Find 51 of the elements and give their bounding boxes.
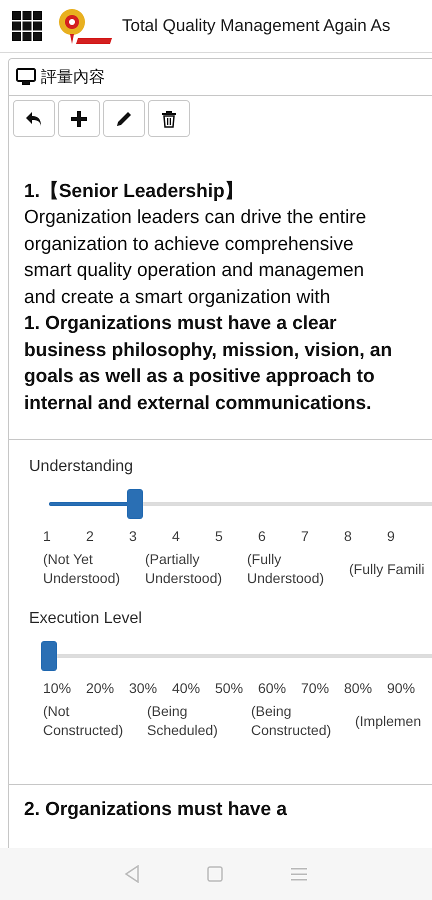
question-criterion: goals as well as a positive approach to	[24, 365, 376, 389]
scale-caption: (Fully Understood)	[247, 550, 326, 588]
slider-label: Execution Level	[29, 610, 143, 628]
scale-caption: (Not Yet Understood)	[43, 550, 122, 588]
tick-label: 1	[43, 528, 52, 544]
tick-label: 40%	[172, 680, 202, 696]
tick-label: 6	[258, 528, 267, 544]
question-text: organization to achieve comprehensive	[24, 232, 355, 256]
tick-label: 80%	[344, 680, 374, 696]
slider-handle[interactable]	[126, 489, 143, 519]
app-title: Total Quality Management Again As	[122, 16, 390, 36]
add-button[interactable]	[58, 100, 100, 137]
tick-label: 30%	[129, 680, 158, 696]
question-criterion: business philosophy, mission, vision, an	[24, 338, 394, 362]
slider[interactable]	[41, 641, 432, 671]
tick-label: 10%	[43, 680, 72, 696]
question-criterion: 2. Organizations must have a	[24, 798, 288, 822]
plus-icon	[69, 108, 89, 128]
question-text: smart quality operation and managemen	[24, 259, 366, 283]
scale-caption: (Not Constructed)	[43, 702, 124, 740]
question-heading: 1.【Senior Leadership】	[24, 180, 245, 204]
tick-label: 9	[387, 528, 396, 544]
tick-label: 4	[172, 528, 181, 544]
tick-label: 90%	[387, 680, 416, 696]
question-text: Organization leaders can drive the entire	[24, 206, 368, 230]
panel-title: 評量內容	[41, 68, 105, 88]
tick-label: 3	[129, 528, 138, 544]
tick-label: 70%	[301, 680, 330, 696]
question-criterion: 1. Organizations must have a clear	[24, 312, 338, 336]
tick-label: 7	[301, 528, 310, 544]
tick-label: 5	[215, 528, 224, 544]
slider-label: Understanding	[29, 458, 134, 476]
monitor-icon	[16, 68, 36, 86]
back-button[interactable]	[13, 100, 55, 137]
tick-label: 2	[86, 528, 95, 544]
trash-icon	[159, 108, 179, 128]
scale-caption: (Fully Famili	[349, 560, 426, 578]
scale-caption: (Being Scheduled)	[147, 702, 219, 740]
tick-label: 8	[344, 528, 353, 544]
tick-label: 50%	[215, 680, 244, 696]
scale-caption: (Partially Understood)	[145, 550, 224, 588]
scale-caption: (Being Constructed)	[251, 702, 332, 740]
tick-label: 20%	[86, 680, 116, 696]
scale-caption: (Implemen	[355, 712, 422, 730]
delete-button[interactable]	[148, 100, 190, 137]
question-text: and create a smart organization with	[24, 286, 332, 310]
grid-menu-icon[interactable]	[12, 11, 42, 41]
edit-button[interactable]	[103, 100, 145, 137]
tick-label: 60%	[258, 680, 288, 696]
question-criterion: internal and external communications.	[24, 392, 372, 416]
slider-handle[interactable]	[41, 641, 57, 671]
